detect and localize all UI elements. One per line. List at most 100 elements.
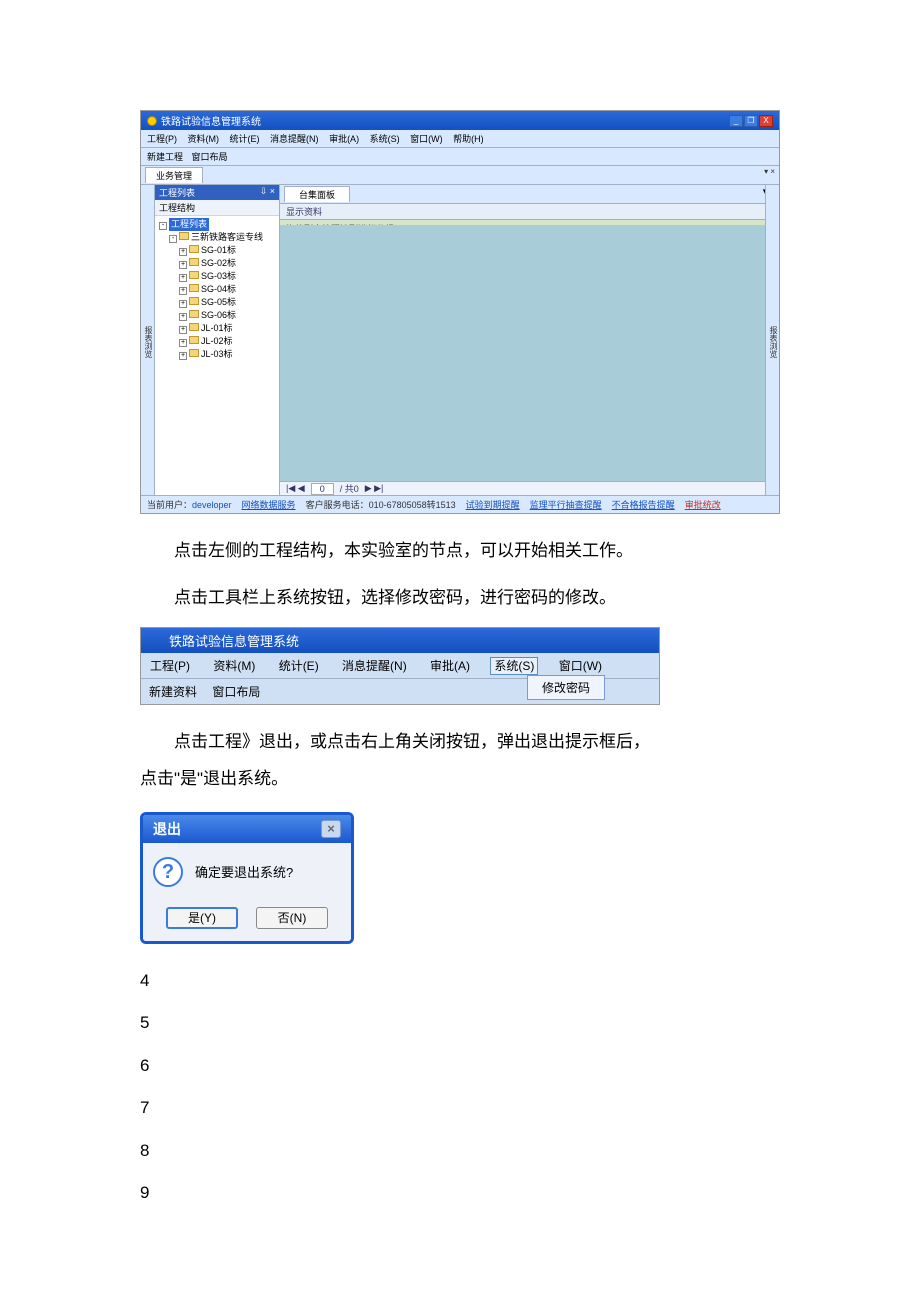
app-icon <box>149 633 163 647</box>
tree-item[interactable]: SG-03标 <box>201 271 236 281</box>
list-item: 8 <box>140 1130 780 1173</box>
menu-help[interactable]: 帮助(H) <box>453 134 484 144</box>
app-title: 铁路试验信息管理系统 <box>169 631 299 650</box>
expand-icon[interactable]: - <box>159 222 167 230</box>
paragraph: 点击工具栏上系统按钮，选择修改密码，进行密码的修改。 <box>140 579 780 616</box>
folder-icon <box>189 310 199 318</box>
status-link[interactable]: 不合格报告提醒 <box>612 498 675 511</box>
tree-item[interactable]: SG-05标 <box>201 297 236 307</box>
app-icon <box>147 116 157 126</box>
expand-icon[interactable]: + <box>179 326 187 334</box>
tree-item[interactable]: SG-04标 <box>201 284 236 294</box>
main-subbar[interactable]: 显示资料 <box>280 204 779 220</box>
maximize-button[interactable]: ❐ <box>744 115 758 127</box>
main-tab[interactable]: 台集面板 <box>284 186 350 202</box>
expand-icon[interactable]: + <box>179 248 187 256</box>
menu-project[interactable]: 工程(P) <box>147 134 177 144</box>
title-bar: 铁路试验信息管理系统 <box>141 628 659 653</box>
folder-icon <box>189 258 199 266</box>
tb-layout[interactable]: 窗口布局 <box>192 152 228 162</box>
menu-approve[interactable]: 审批(A) <box>427 658 473 674</box>
toolbar: 新建工程 窗口布局 <box>141 148 779 166</box>
status-link-red[interactable]: 审批统改 <box>685 498 721 511</box>
menu-notify[interactable]: 消息提醒(N) <box>270 134 319 144</box>
menu-system[interactable]: 系统(S) <box>370 134 400 144</box>
tb-new-project[interactable]: 新建工程 <box>147 152 183 162</box>
dialog-close-icon[interactable]: × <box>321 820 341 838</box>
tree-item[interactable]: SG-02标 <box>201 258 236 268</box>
side-subheader: 工程结构 <box>155 200 279 216</box>
status-user: developer <box>192 500 232 510</box>
status-link[interactable]: 监理平行抽查提醒 <box>530 498 602 511</box>
tb-new-material[interactable]: 新建资料 <box>149 685 197 699</box>
tree-project[interactable]: 三新铁路客运专线 <box>191 232 263 242</box>
expand-icon[interactable]: + <box>179 287 187 295</box>
right-rail[interactable]: 报表浏览 <box>765 185 779 495</box>
side-header-title: 工程列表 <box>159 186 195 199</box>
expand-icon[interactable]: + <box>179 339 187 347</box>
menu-approve[interactable]: 审批(A) <box>329 134 359 144</box>
data-grid[interactable] <box>280 225 765 481</box>
menu-window[interactable]: 窗口(W) <box>556 658 605 674</box>
expand-icon[interactable]: - <box>169 235 177 243</box>
expand-icon[interactable]: + <box>179 313 187 321</box>
expand-icon[interactable]: + <box>179 261 187 269</box>
dropdown-change-password[interactable]: 修改密码 <box>527 675 605 700</box>
tree-item[interactable]: JL-02标 <box>201 336 233 346</box>
tab-row: 业务管理 ▾ × <box>141 166 779 185</box>
menu-stats[interactable]: 统计(E) <box>230 134 260 144</box>
status-support: 客户服务电话：010-67805058转1513 <box>306 498 456 511</box>
expand-icon[interactable]: + <box>179 300 187 308</box>
menu-material[interactable]: 资料(M) <box>188 134 220 144</box>
menu-project[interactable]: 工程(P) <box>147 658 193 674</box>
tab-pin-close[interactable]: ▾ × <box>764 167 775 176</box>
minimize-button[interactable]: _ <box>729 115 743 127</box>
main-area: 台集面板 ▾ × 显示资料 拖放列会按照该列进行分组 报表浏览 |◀ ◀ 0 /… <box>280 185 779 495</box>
side-header-ctrl[interactable]: ⇩ × <box>260 186 275 199</box>
app-main-screenshot: 铁路试验信息管理系统 _ ❐ X 工程(P) 资料(M) 统计(E) 消息提醒(… <box>140 110 780 514</box>
status-link[interactable]: 试验到期提醒 <box>466 498 520 511</box>
pager-first-prev[interactable]: |◀ ◀ <box>286 483 305 494</box>
expand-icon[interactable]: + <box>179 352 187 360</box>
tb-layout[interactable]: 窗口布局 <box>212 685 260 699</box>
pager-total: / 共0 <box>340 482 359 495</box>
list-item: 7 <box>140 1087 780 1130</box>
project-tree: -工程列表 -三新铁路客运专线 +SG-01标 +SG-02标 +SG-03标 … <box>155 216 279 363</box>
yes-button[interactable]: 是(Y) <box>166 907 238 929</box>
list-item: 6 <box>140 1045 780 1088</box>
tree-item[interactable]: JL-03标 <box>201 349 233 359</box>
folder-icon <box>189 349 199 357</box>
menu-system[interactable]: 系统(S) <box>490 657 538 675</box>
tree-item[interactable]: JL-01标 <box>201 323 233 333</box>
folder-icon <box>189 336 199 344</box>
close-button[interactable]: X <box>759 115 773 127</box>
tab-business[interactable]: 业务管理 <box>145 167 203 183</box>
folder-icon <box>189 323 199 331</box>
folder-icon <box>179 232 189 240</box>
tree-root[interactable]: 工程列表 <box>169 218 209 231</box>
tree-item[interactable]: SG-01标 <box>201 245 236 255</box>
expand-icon[interactable]: + <box>179 274 187 282</box>
folder-icon <box>189 297 199 305</box>
menu-stats[interactable]: 统计(E) <box>276 658 322 674</box>
no-button[interactable]: 否(N) <box>256 907 328 929</box>
dialog-title-bar: 退出 × <box>143 815 351 843</box>
number-list: 4 5 6 7 8 9 <box>140 960 780 1215</box>
status-net[interactable]: 网络数据服务 <box>242 498 296 511</box>
title-bar: 铁路试验信息管理系统 _ ❐ X <box>141 111 779 130</box>
menu-window[interactable]: 窗口(W) <box>410 134 443 144</box>
side-panel: 工程列表 ⇩ × 工程结构 -工程列表 -三新铁路客运专线 +SG-01标 +S… <box>155 185 280 495</box>
menu-notify[interactable]: 消息提醒(N) <box>339 658 410 674</box>
pager-next-last[interactable]: ▶ ▶| <box>365 483 384 494</box>
menu-material[interactable]: 资料(M) <box>210 658 258 674</box>
paragraph: 点击工程》退出，或点击右上角关闭按钮，弹出退出提示框后， <box>140 723 780 760</box>
status-bar: 当前用户：developer 网络数据服务 客户服务电话：010-6780505… <box>141 495 779 513</box>
tree-item[interactable]: SG-06标 <box>201 310 236 320</box>
left-rail[interactable]: 报表浏览 <box>141 185 155 495</box>
folder-icon <box>189 245 199 253</box>
status-user-label: 当前用户： <box>147 500 192 510</box>
pager-page-input[interactable]: 0 <box>311 483 334 495</box>
menu-bar: 工程(P) 资料(M) 统计(E) 消息提醒(N) 审批(A) 系统(S) 窗口… <box>141 130 779 148</box>
menu-bar: 工程(P) 资料(M) 统计(E) 消息提醒(N) 审批(A) 系统(S) 窗口… <box>141 653 659 679</box>
app-title: 铁路试验信息管理系统 <box>161 113 261 128</box>
